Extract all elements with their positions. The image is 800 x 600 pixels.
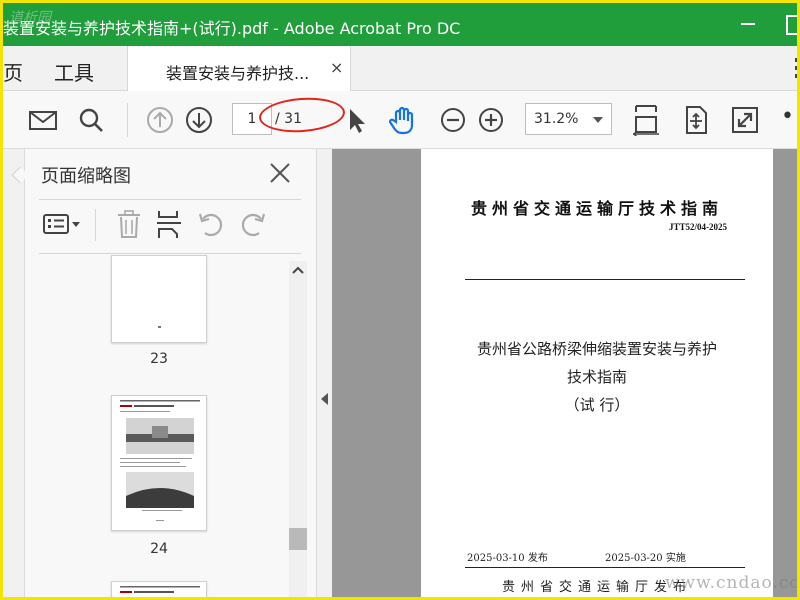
mail-icon[interactable] bbox=[27, 104, 59, 136]
collapse-panel-icon[interactable] bbox=[321, 393, 328, 405]
zoom-value: 31.2% bbox=[534, 111, 579, 127]
hand-icon[interactable] bbox=[387, 104, 419, 136]
toolbar-separator bbox=[127, 103, 128, 137]
watermark-right: www.cndao.cc bbox=[665, 573, 800, 593]
thumbnail-page-24[interactable] bbox=[111, 395, 207, 531]
close-tab-icon[interactable]: × bbox=[330, 58, 343, 77]
main-toolbar: 1 / 31 31.2% ••• bbox=[3, 91, 797, 149]
document-title-line3: （试 行） bbox=[564, 396, 630, 414]
rotate-ccw-icon[interactable] bbox=[197, 209, 225, 239]
watermark-left: 道析园 bbox=[9, 10, 51, 26]
search-icon[interactable] bbox=[75, 104, 107, 136]
chevron-down-icon bbox=[593, 117, 603, 123]
annotation-ellipse bbox=[257, 95, 347, 135]
page-display-icon[interactable] bbox=[630, 104, 662, 138]
tab-home[interactable]: 页 bbox=[3, 57, 23, 86]
thumbnail-label: 23 bbox=[150, 351, 168, 367]
delete-icon[interactable] bbox=[115, 209, 143, 239]
document-title-line2: 技术指南 bbox=[566, 368, 627, 386]
tab-bar: 页 工具 装置安装与养护技... × bbox=[3, 46, 800, 92]
close-panel-icon[interactable] bbox=[268, 161, 292, 185]
page-mark bbox=[158, 326, 161, 328]
thumbnail-options-icon[interactable] bbox=[43, 209, 81, 239]
more-icon[interactable]: ••• bbox=[781, 104, 797, 129]
thumbnail-list: 23 24 bbox=[39, 255, 289, 597]
prev-page-icon[interactable] bbox=[144, 104, 176, 136]
tab-tools[interactable]: 工具 bbox=[54, 57, 94, 86]
thumbnail-content bbox=[120, 400, 200, 521]
effective-date: 2025-03-20 实施 bbox=[605, 553, 686, 564]
header-rule bbox=[465, 279, 745, 280]
document-org-title: 贵州省交通运输厅技术指南 bbox=[470, 199, 723, 218]
insert-page-icon[interactable] bbox=[155, 209, 183, 239]
fullscreen-icon[interactable] bbox=[729, 104, 761, 136]
panel-divider bbox=[39, 253, 301, 254]
fit-page-icon[interactable] bbox=[680, 104, 712, 136]
minimize-icon[interactable] bbox=[741, 23, 755, 25]
document-tab-label: 装置安装与养护技... bbox=[166, 64, 310, 83]
footer-rule bbox=[465, 567, 745, 568]
document-code: JTT52/04-2025 bbox=[668, 222, 727, 232]
window-title: 装置安装与养护技术指南+(试行).pdf - Adobe Acrobat Pro… bbox=[3, 19, 461, 38]
tab-overflow-icon[interactable] bbox=[793, 57, 800, 79]
zoom-in-icon[interactable] bbox=[475, 104, 507, 136]
panel-divider bbox=[39, 199, 301, 200]
navigation-strip bbox=[3, 149, 29, 597]
thumbnail-content bbox=[120, 586, 200, 593]
thumbnail-page-23[interactable] bbox=[111, 255, 207, 343]
tab-document[interactable]: 装置安装与养护技... × bbox=[127, 46, 351, 92]
scroll-up-icon[interactable] bbox=[289, 261, 307, 279]
panel-collapse-strip[interactable] bbox=[317, 149, 332, 597]
pdf-page: 贵州省交通运输厅技术指南 JTT52/04-2025 贵州省公路桥梁伸缩装置安装… bbox=[421, 149, 773, 597]
zoom-select[interactable]: 31.2% bbox=[525, 103, 612, 135]
panel-title: 页面缩略图 bbox=[41, 166, 131, 187]
document-title-line1: 贵州省公路桥梁伸缩装置安装与养护 bbox=[476, 340, 717, 358]
rotate-cw-icon[interactable] bbox=[239, 209, 267, 239]
publish-date: 2025-03-10 发布 bbox=[467, 553, 548, 564]
app-window: 装置安装与养护技术指南+(试行).pdf - Adobe Acrobat Pro… bbox=[0, 0, 800, 600]
select-arrow-icon[interactable] bbox=[341, 104, 373, 136]
toolbar-separator bbox=[95, 209, 96, 241]
thumbnail-label: 24 bbox=[150, 541, 168, 557]
restore-icon[interactable] bbox=[786, 15, 797, 35]
title-bar: 装置安装与养护技术指南+(试行).pdf - Adobe Acrobat Pro… bbox=[3, 3, 797, 46]
thumbnail-page-25[interactable] bbox=[111, 581, 207, 597]
zoom-out-icon[interactable] bbox=[437, 104, 469, 136]
thumbnails-panel: 页面缩略图 23 24 bbox=[25, 149, 317, 597]
next-page-icon[interactable] bbox=[183, 104, 215, 136]
scrollbar-thumb[interactable] bbox=[289, 528, 307, 550]
